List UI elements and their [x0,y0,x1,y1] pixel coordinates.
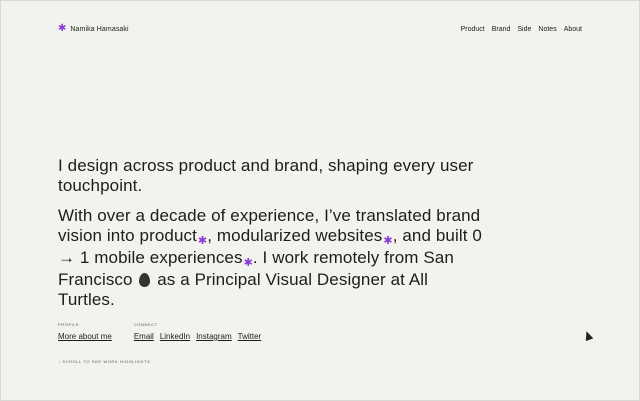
twitter-link[interactable]: Twitter [238,332,262,341]
main-nav: Product Brand Side Notes About [461,26,582,33]
email-link[interactable]: Email [134,332,154,341]
nav-about[interactable]: About [564,26,582,33]
nav-notes[interactable]: Notes [538,26,556,33]
asterisk-icon[interactable]: ✱ [198,235,207,247]
hero-bio: With over a decade of experience, I’ve t… [58,206,488,310]
footer-links: Profile More about me Connect Email Link… [58,322,261,341]
leaf-icon [139,273,151,287]
header: ✱ Namika Hamasaki Product Brand Side Not… [58,24,582,34]
bio-part-2: , modularized websites [207,226,383,245]
asterisk-icon: ✱ [58,23,67,34]
more-about-me-link[interactable]: More about me [58,332,112,341]
nav-product[interactable]: Product [461,26,485,33]
connect-label: Connect [133,322,158,327]
profile-label: Profile [58,322,80,327]
instagram-link[interactable]: Instagram [196,332,232,341]
connect-group: Connect Email LinkedIn Instagram Twitter [134,322,261,341]
profile-group: Profile More about me [58,322,112,341]
nav-brand[interactable]: Brand [492,26,511,33]
hero-headline: I design across product and brand, shapi… [58,156,474,195]
brand[interactable]: ✱ Namika Hamasaki [58,24,129,34]
asterisk-icon[interactable]: ✱ [383,235,392,247]
asterisk-icon[interactable]: ✱ [244,257,253,269]
scroll-hint: ↓ Scroll to see work highlights [58,359,151,364]
brand-name[interactable]: Namika Hamasaki [70,26,128,33]
nav-side[interactable]: Side [517,26,531,33]
linkedin-link[interactable]: LinkedIn [160,332,190,341]
hero-text: I design across product and brand, shapi… [58,156,488,320]
